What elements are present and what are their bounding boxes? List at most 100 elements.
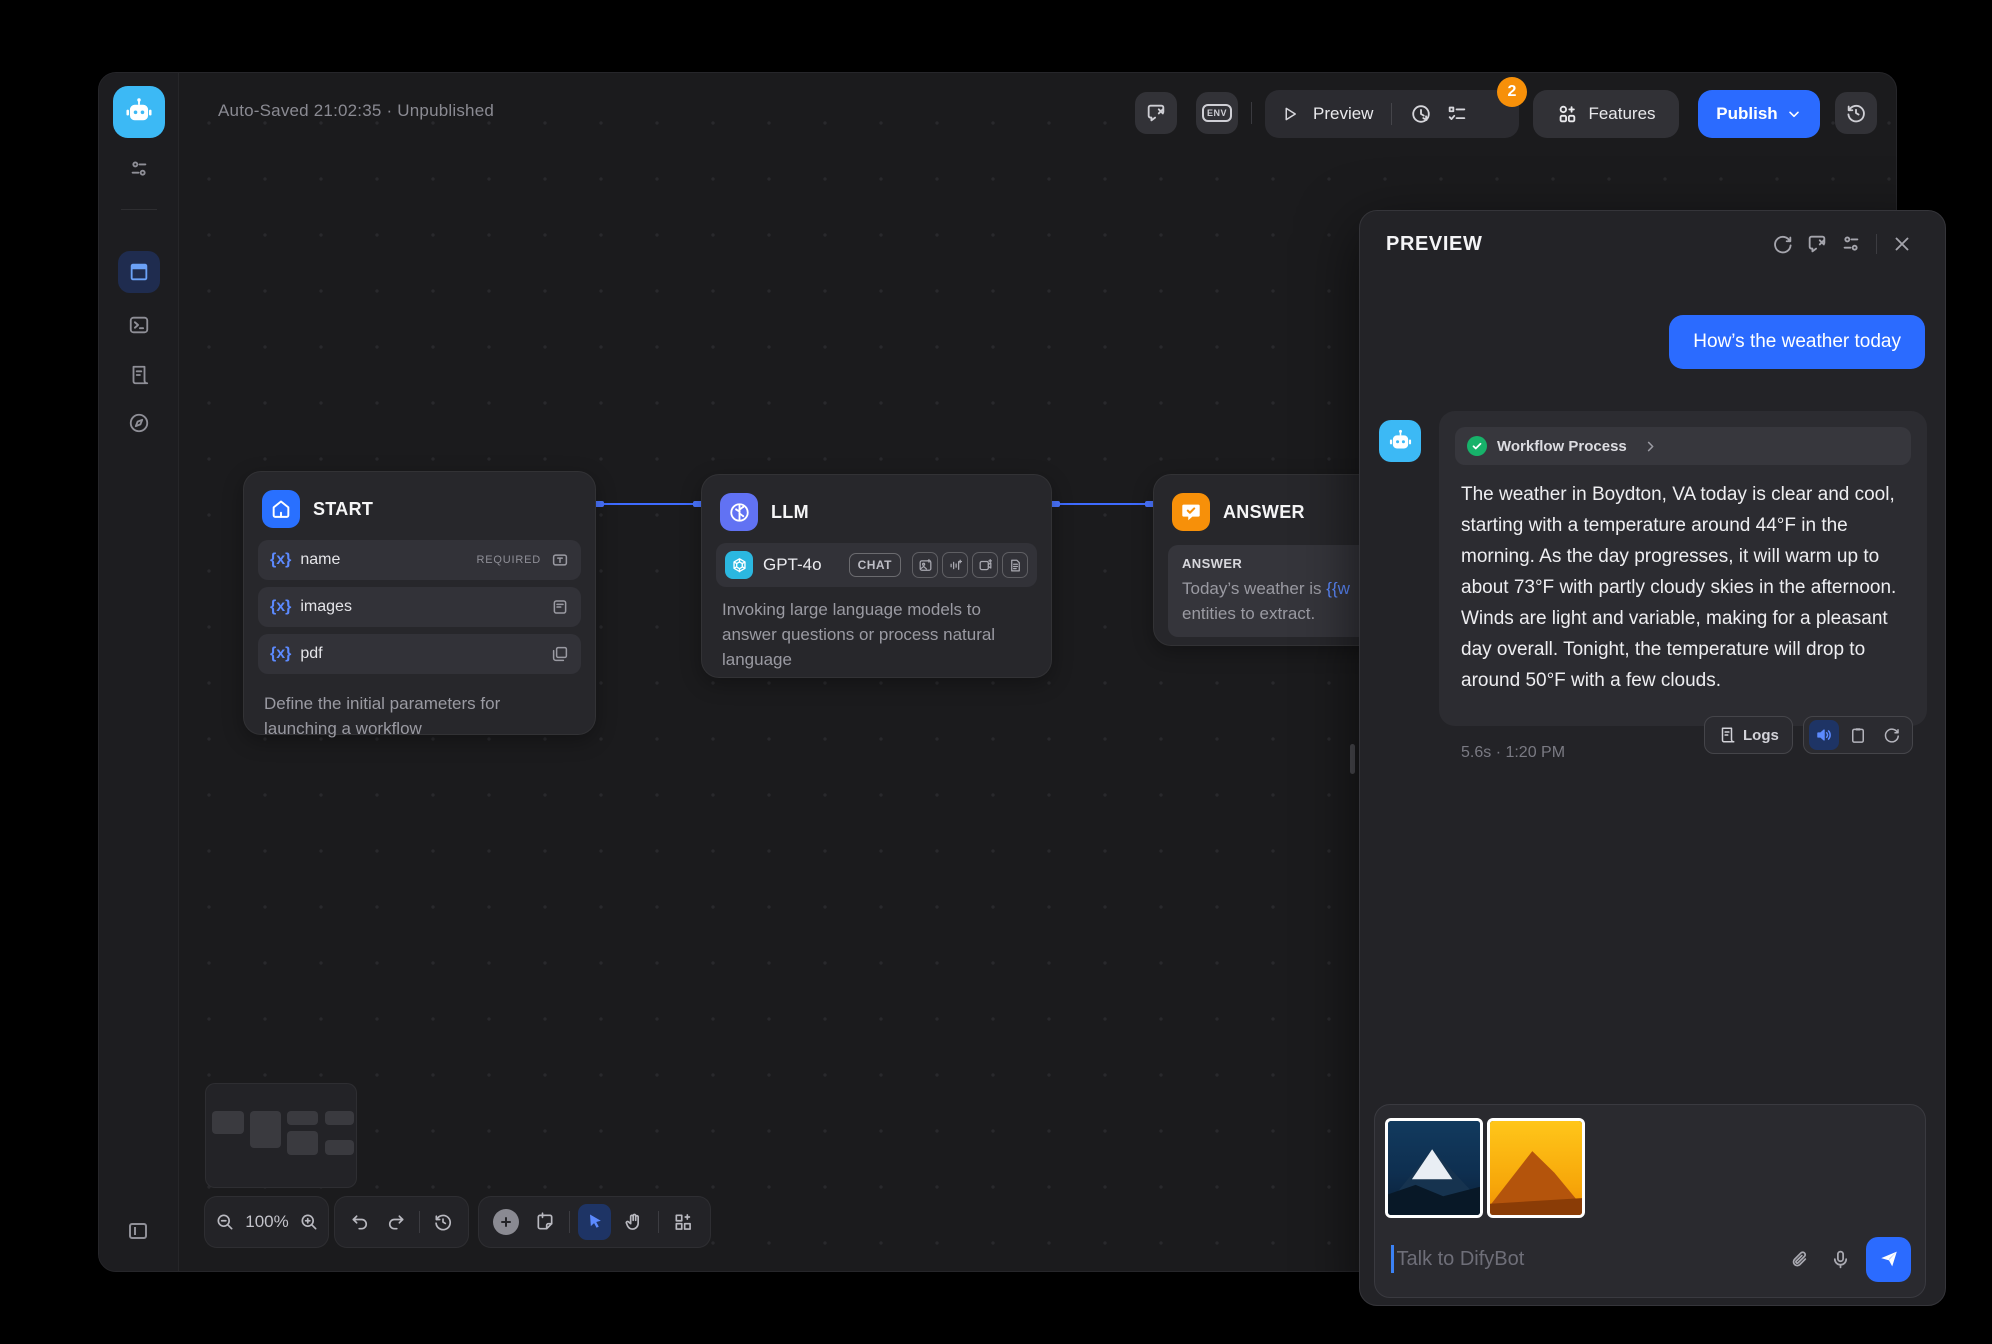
minimap-node-block bbox=[287, 1131, 318, 1155]
node-start-title: START bbox=[313, 499, 373, 520]
chat-input[interactable] bbox=[1397, 1248, 1781, 1271]
node-llm[interactable]: LLM GPT-4o CHAT bbox=[701, 474, 1052, 678]
close-icon bbox=[1891, 233, 1913, 255]
sidebar-item-logs[interactable] bbox=[99, 355, 179, 395]
toolbar-divider bbox=[419, 1211, 420, 1233]
field-name-label: pdf bbox=[300, 645, 551, 663]
undo-button[interactable] bbox=[345, 1204, 375, 1240]
speaker-button[interactable] bbox=[1809, 720, 1839, 750]
workflow-process-toggle[interactable]: Workflow Process bbox=[1455, 427, 1911, 465]
add-note-button[interactable] bbox=[528, 1204, 561, 1240]
start-field-pdf[interactable]: {x} pdf bbox=[258, 634, 581, 674]
robot-logo-icon bbox=[123, 96, 155, 128]
history-controls bbox=[334, 1196, 469, 1248]
field-name-label: images bbox=[300, 598, 551, 616]
clear-chat-button[interactable] bbox=[1135, 92, 1177, 134]
screenshot-stage: Auto-Saved 21:02:35 · Unpublished ENV Pr… bbox=[0, 0, 1992, 1344]
collapse-sidebar-button[interactable] bbox=[126, 1219, 150, 1243]
collapse-sidebar-icon bbox=[126, 1219, 150, 1243]
text-caret bbox=[1391, 1245, 1394, 1273]
variable-icon: {x} bbox=[270, 645, 291, 663]
llm-model-name: GPT-4o bbox=[763, 555, 849, 575]
attach-file-button[interactable] bbox=[1780, 1239, 1820, 1279]
organize-blocks-button[interactable] bbox=[667, 1204, 700, 1240]
version-history-icon bbox=[1845, 102, 1867, 124]
change-history-button[interactable] bbox=[428, 1204, 458, 1240]
features-icon bbox=[1556, 103, 1578, 125]
settings-sliders-icon bbox=[128, 158, 150, 180]
version-history-button[interactable] bbox=[1835, 92, 1877, 134]
sidebar-item-monitoring[interactable] bbox=[99, 403, 179, 443]
answer-bubble-icon bbox=[1172, 493, 1210, 531]
zoom-in-button[interactable] bbox=[299, 1204, 319, 1240]
message-actions: Logs bbox=[1704, 716, 1913, 754]
node-start[interactable]: START {x} name REQUIRED {x} images {x} p… bbox=[243, 471, 596, 735]
regenerate-button[interactable] bbox=[1877, 720, 1907, 750]
attached-image-night-mountain[interactable] bbox=[1385, 1118, 1483, 1218]
env-icon: ENV bbox=[1202, 104, 1232, 122]
app-logo[interactable] bbox=[113, 86, 165, 138]
edge-llm-to-answer bbox=[1052, 503, 1153, 505]
settings-sliders-icon bbox=[1840, 233, 1862, 255]
chat-input-row bbox=[1391, 1235, 1911, 1283]
close-preview-button[interactable] bbox=[1885, 227, 1919, 261]
node-llm-header: LLM bbox=[716, 491, 1037, 543]
home-icon bbox=[262, 490, 300, 528]
text-input-icon bbox=[551, 551, 569, 569]
publish-button[interactable]: Publish bbox=[1698, 90, 1820, 138]
vision-capability-icon bbox=[912, 552, 938, 578]
undo-icon bbox=[350, 1212, 370, 1232]
add-node-button[interactable] bbox=[489, 1204, 522, 1240]
file-list-icon bbox=[551, 598, 569, 616]
audio-capability-icon bbox=[942, 552, 968, 578]
attached-image-sunset-mountain[interactable] bbox=[1487, 1118, 1585, 1218]
publish-label: Publish bbox=[1716, 104, 1777, 124]
send-button[interactable] bbox=[1866, 1237, 1911, 1282]
voice-input-button[interactable] bbox=[1820, 1239, 1860, 1279]
llm-mode-badge: CHAT bbox=[849, 553, 901, 577]
node-answer-title: ANSWER bbox=[1223, 502, 1305, 523]
start-field-images[interactable]: {x} images bbox=[258, 587, 581, 627]
zoom-controls: 100% bbox=[204, 1196, 329, 1248]
terminal-icon bbox=[128, 314, 150, 336]
sidebar-item-settings[interactable] bbox=[99, 149, 179, 189]
logs-button[interactable]: Logs bbox=[1704, 716, 1793, 754]
minimap[interactable] bbox=[205, 1083, 357, 1188]
copy-button[interactable] bbox=[1843, 720, 1873, 750]
canvas-tools bbox=[478, 1196, 711, 1248]
sidebar-divider bbox=[121, 209, 157, 210]
chat-input-card bbox=[1374, 1104, 1926, 1298]
env-variables-button[interactable]: ENV bbox=[1196, 92, 1238, 134]
pointer-mode-button[interactable] bbox=[578, 1204, 611, 1240]
redo-button[interactable] bbox=[381, 1204, 411, 1240]
preview-run-button[interactable]: Preview bbox=[1313, 104, 1373, 124]
features-button[interactable]: Features bbox=[1533, 90, 1679, 138]
files-stack-icon bbox=[551, 645, 569, 663]
autosave-status: Auto-Saved 21:02:35 · Unpublished bbox=[218, 101, 494, 121]
brain-icon bbox=[720, 493, 758, 531]
message-tools bbox=[1803, 716, 1913, 754]
canvas-scrollbar[interactable] bbox=[1350, 744, 1355, 774]
user-message-bubble: How’s the weather today bbox=[1669, 315, 1925, 369]
preview-panel-title: PREVIEW bbox=[1386, 233, 1766, 256]
run-history-button[interactable] bbox=[1410, 103, 1432, 125]
llm-model-selector[interactable]: GPT-4o CHAT bbox=[716, 543, 1037, 587]
preview-settings-button[interactable] bbox=[1834, 227, 1868, 261]
version-history-icon bbox=[433, 1212, 453, 1232]
bot-avatar bbox=[1379, 420, 1421, 462]
restart-conversation-button[interactable] bbox=[1766, 227, 1800, 261]
zoom-out-button[interactable] bbox=[215, 1204, 235, 1240]
checklist-button[interactable] bbox=[1446, 103, 1468, 125]
clipboard-icon bbox=[1849, 726, 1867, 744]
minimap-node-block bbox=[250, 1111, 281, 1148]
sidebar-item-terminal[interactable] bbox=[99, 305, 179, 345]
start-field-name[interactable]: {x} name REQUIRED bbox=[258, 540, 581, 580]
sidebar-item-orchestrate[interactable] bbox=[118, 251, 160, 293]
status-separator: · bbox=[386, 101, 392, 120]
hand-mode-button[interactable] bbox=[617, 1204, 650, 1240]
log-doc-icon bbox=[128, 364, 150, 386]
clear-conversation-button[interactable] bbox=[1800, 227, 1834, 261]
zoom-level[interactable]: 100% bbox=[241, 1212, 293, 1232]
workflow-window-icon bbox=[128, 261, 150, 283]
regenerate-icon bbox=[1883, 726, 1901, 744]
